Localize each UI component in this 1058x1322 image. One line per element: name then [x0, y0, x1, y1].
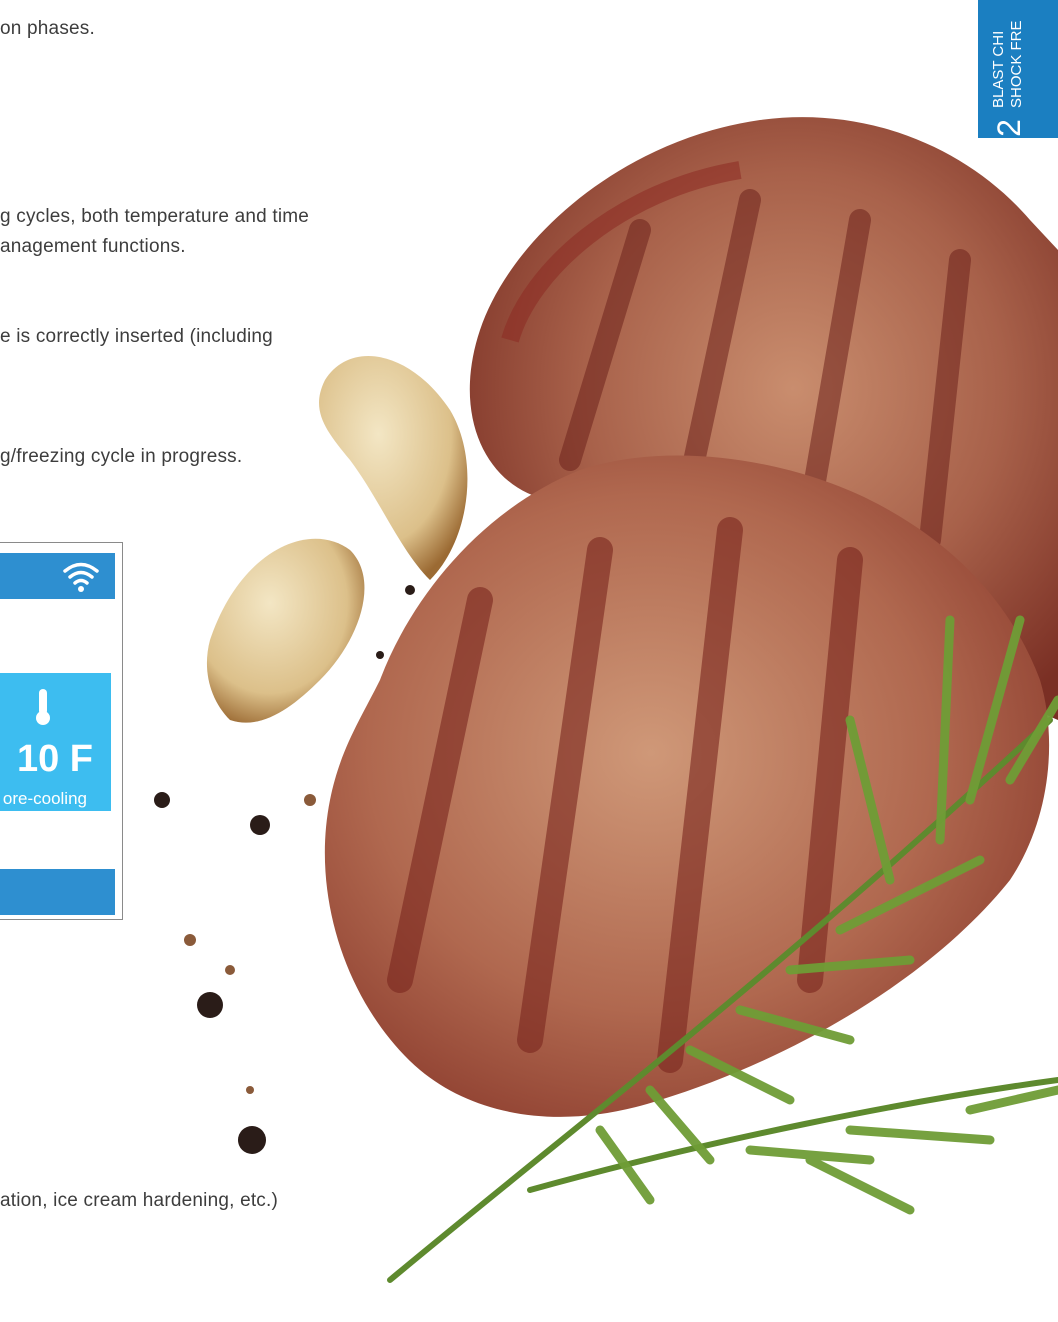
temperature-tile[interactable]: 10 F ore-cooling	[0, 673, 111, 811]
wifi-icon	[63, 562, 99, 592]
temperature-value: 10 F	[16, 738, 93, 780]
steak-illustration	[154, 117, 1058, 1283]
controller-display: 10 F ore-cooling	[0, 542, 123, 920]
cycle-mode-label: ore-cooling	[2, 789, 87, 808]
paragraph-line: on phases.	[0, 18, 95, 39]
thermometer-icon	[36, 689, 50, 725]
display-bottom-bar	[0, 869, 115, 915]
display-status-bar	[0, 553, 115, 599]
